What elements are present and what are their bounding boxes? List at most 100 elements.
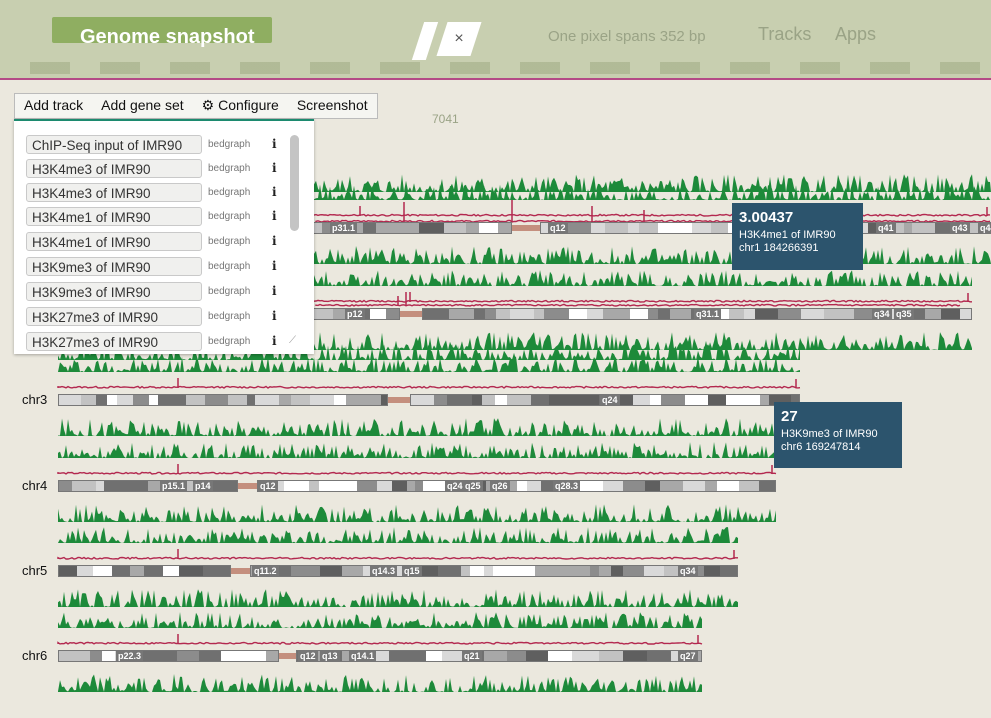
cytoband <box>553 566 568 576</box>
info-icon[interactable]: i <box>272 137 277 151</box>
cytoband <box>411 395 434 405</box>
cytoband <box>82 651 90 661</box>
cytoband <box>67 395 81 405</box>
tooltip-position: chr6 169247814 <box>781 441 861 453</box>
cytoband <box>590 651 599 661</box>
band-label: q34 <box>872 309 892 319</box>
chromosome-ideogram[interactable] <box>58 650 279 662</box>
tooltip-track: H3K4me1 of IMR90 <box>739 229 836 241</box>
chromosome-ideogram[interactable] <box>257 480 776 492</box>
cytoband <box>778 309 801 319</box>
track-list-scrollbar[interactable] <box>290 135 299 231</box>
cytoband <box>447 395 472 405</box>
track-name[interactable]: H3K4me1 of IMR90 <box>26 207 202 226</box>
cytoband <box>705 481 717 491</box>
centromere <box>512 225 540 231</box>
centromere <box>231 568 250 574</box>
cytoband <box>59 395 67 405</box>
cytoband <box>444 223 466 233</box>
cytoband <box>661 395 685 405</box>
cytoband <box>511 566 519 576</box>
band-label: q28.3 <box>553 481 581 491</box>
cytoband <box>392 481 407 491</box>
cytoband <box>334 395 346 405</box>
cytoband <box>563 395 581 405</box>
band-label: q41 <box>876 223 896 233</box>
cytoband <box>319 481 340 491</box>
cytoband <box>587 309 603 319</box>
cytoband <box>630 309 648 319</box>
info-icon[interactable]: i <box>272 185 277 199</box>
configure-button[interactable]: ⚙ Configure <box>193 94 288 118</box>
cytoband <box>711 223 728 233</box>
cytoband <box>708 395 726 405</box>
cytoband <box>434 309 449 319</box>
cytoband <box>278 566 291 576</box>
band-label: q12 <box>298 651 318 661</box>
chromosome-ideogram[interactable] <box>58 565 231 577</box>
track-type: bedgraph <box>208 336 251 347</box>
info-icon[interactable]: i <box>272 161 277 175</box>
track-name[interactable]: H3K9me3 of IMR90 <box>26 257 202 276</box>
cytoband <box>472 395 482 405</box>
cytoband <box>658 309 670 319</box>
cytoband <box>442 651 464 661</box>
cytoband <box>158 395 175 405</box>
cytoband <box>660 481 683 491</box>
cytoband <box>376 223 397 233</box>
band-label: p31.1 <box>330 223 358 233</box>
band-label: p14 <box>193 481 213 491</box>
centromere <box>238 483 257 489</box>
track-type: bedgraph <box>208 286 251 297</box>
track-name[interactable]: H3K4me1 of IMR90 <box>26 232 202 251</box>
cytoband <box>507 651 526 661</box>
cytoband <box>149 395 158 405</box>
cytoband <box>244 651 266 661</box>
band-label: p15.1 <box>160 481 188 491</box>
snapshot-menu: Add track Add gene set ⚙ Configure Scree… <box>14 93 378 119</box>
band-label: q25 <box>463 481 483 491</box>
chromosome-ideogram[interactable] <box>250 565 738 577</box>
info-icon[interactable]: i <box>272 259 277 273</box>
cytoband <box>633 395 650 405</box>
info-icon[interactable]: i <box>272 334 277 348</box>
chromosome-label: chr3 <box>22 392 48 407</box>
centromere <box>400 311 422 317</box>
centromere <box>279 653 296 659</box>
chromosome-ideogram[interactable] <box>58 394 388 406</box>
tooltip-value: 3.00437 <box>739 209 794 226</box>
cytoband <box>90 651 102 661</box>
band-label: q26 <box>490 481 510 491</box>
band-label: q43 <box>950 223 970 233</box>
cytoband <box>438 566 461 576</box>
signal-track <box>240 246 991 264</box>
cytoband <box>612 309 630 319</box>
signal-track <box>57 471 777 475</box>
info-icon[interactable]: i <box>272 209 277 223</box>
cytoband <box>303 566 320 576</box>
screenshot-button[interactable]: Screenshot <box>288 94 377 118</box>
cytoband <box>461 566 470 576</box>
chromosome-label: chr6 <box>22 648 48 663</box>
track-name[interactable]: ChIP-Seq input of IMR90 <box>26 135 202 154</box>
track-name[interactable]: H3K4me3 of IMR90 <box>26 159 202 178</box>
cytoband <box>760 395 769 405</box>
cytoband <box>112 566 130 576</box>
cytoband <box>744 309 755 319</box>
track-name[interactable]: H3K27me3 of IMR90 <box>26 307 202 326</box>
info-icon[interactable]: i <box>272 234 277 248</box>
cytoband <box>704 566 720 576</box>
resize-grip-icon[interactable]: ⟋ <box>289 335 296 346</box>
track-name[interactable]: H3K27me3 of IMR90 <box>26 332 202 351</box>
cytoband <box>434 395 447 405</box>
cytoband <box>496 309 510 319</box>
track-name[interactable]: H3K9me3 of IMR90 <box>26 282 202 301</box>
tooltip-track: H3K9me3 of IMR90 <box>781 428 878 440</box>
info-icon[interactable]: i <box>272 284 277 298</box>
add-gene-set-button[interactable]: Add gene set <box>92 94 193 118</box>
info-icon[interactable]: i <box>272 309 277 323</box>
track-name[interactable]: H3K4me3 of IMR90 <box>26 183 202 202</box>
cytoband <box>685 395 708 405</box>
add-track-button[interactable]: Add track <box>15 94 92 118</box>
cytoband <box>519 566 535 576</box>
